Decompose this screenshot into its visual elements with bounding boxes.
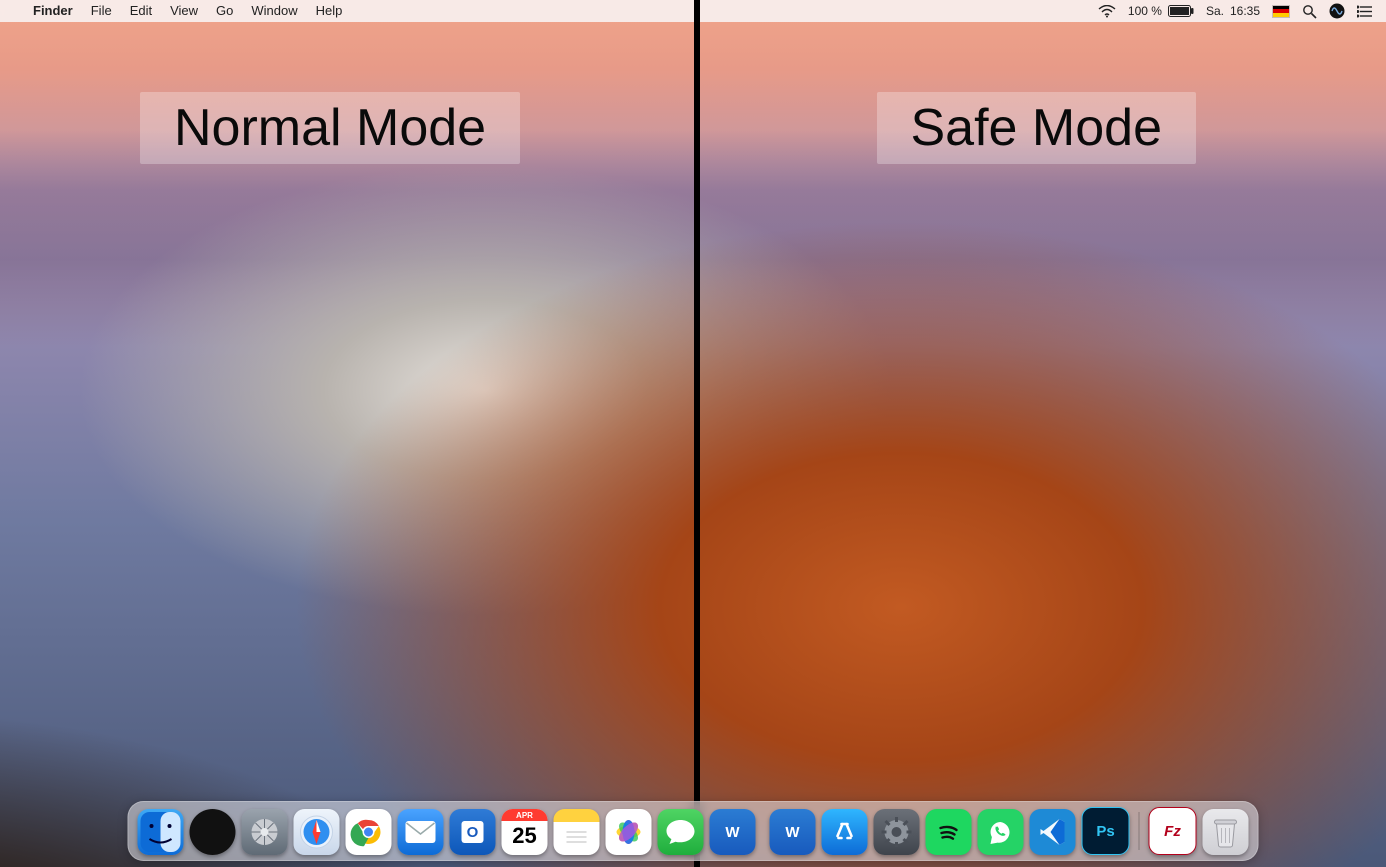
battery-percent-label: 100 %	[1128, 4, 1162, 18]
dock-vscode-icon[interactable]	[1030, 809, 1076, 855]
dock-calendar-icon[interactable]: APR 25	[502, 809, 548, 855]
dock-finder-icon[interactable]	[138, 809, 184, 855]
menu-app-name[interactable]: Finder	[24, 0, 82, 22]
input-source-german-flag-icon[interactable]	[1272, 5, 1290, 18]
menu-go[interactable]: Go	[207, 0, 242, 22]
clock-day: Sa.	[1206, 4, 1224, 18]
menu-bar: Finder File Edit View Go Window Help 100…	[0, 0, 1386, 22]
notification-center-icon[interactable]	[1357, 5, 1372, 18]
dock-notes-icon[interactable]	[554, 809, 600, 855]
calendar-day-label: 25	[512, 823, 536, 849]
dock-appstore-icon[interactable]	[822, 809, 868, 855]
comparison-divider	[694, 0, 700, 867]
dock-messages-icon[interactable]	[658, 809, 704, 855]
menu-help[interactable]: Help	[307, 0, 352, 22]
dock-photos-icon[interactable]	[606, 809, 652, 855]
battery-icon	[1168, 5, 1194, 17]
dock-filezilla-icon[interactable]: Fz	[1149, 807, 1197, 855]
dock-spotify-icon[interactable]	[926, 809, 972, 855]
wifi-icon[interactable]	[1098, 5, 1116, 18]
dock-word-icon-right[interactable]: W	[770, 809, 816, 855]
menu-view[interactable]: View	[161, 0, 207, 22]
clock-time: 16:35	[1230, 4, 1260, 18]
dock-separator	[1139, 812, 1140, 850]
dock-launchpad-icon[interactable]	[242, 809, 288, 855]
menu-window[interactable]: Window	[242, 0, 306, 22]
spotlight-icon[interactable]	[1302, 4, 1317, 19]
dock-word-icon-left[interactable]: W	[710, 809, 756, 855]
dock-siri-icon[interactable]	[190, 809, 236, 855]
dock-photoshop-icon[interactable]: Ps	[1082, 807, 1130, 855]
clock[interactable]: Sa. 16:35	[1206, 4, 1260, 18]
dock-system-preferences-icon[interactable]	[874, 809, 920, 855]
battery-status[interactable]: 100 %	[1128, 4, 1194, 18]
dock-outlook-icon[interactable]: O	[450, 809, 496, 855]
overlay-label-normal-mode: Normal Mode	[140, 92, 520, 164]
dock-whatsapp-icon[interactable]	[978, 809, 1024, 855]
dock-chrome-icon[interactable]	[346, 809, 392, 855]
dock-trash-icon[interactable]	[1203, 809, 1249, 855]
dock-safari-icon[interactable]	[294, 809, 340, 855]
menu-edit[interactable]: Edit	[121, 0, 161, 22]
dock-mail-icon[interactable]	[398, 809, 444, 855]
calendar-month-label: APR	[502, 809, 548, 821]
menu-file[interactable]: File	[82, 0, 121, 22]
dock: O APR 25 W W	[128, 801, 1259, 861]
overlay-label-safe-mode: Safe Mode	[877, 92, 1197, 164]
siri-menu-icon[interactable]	[1329, 3, 1345, 19]
